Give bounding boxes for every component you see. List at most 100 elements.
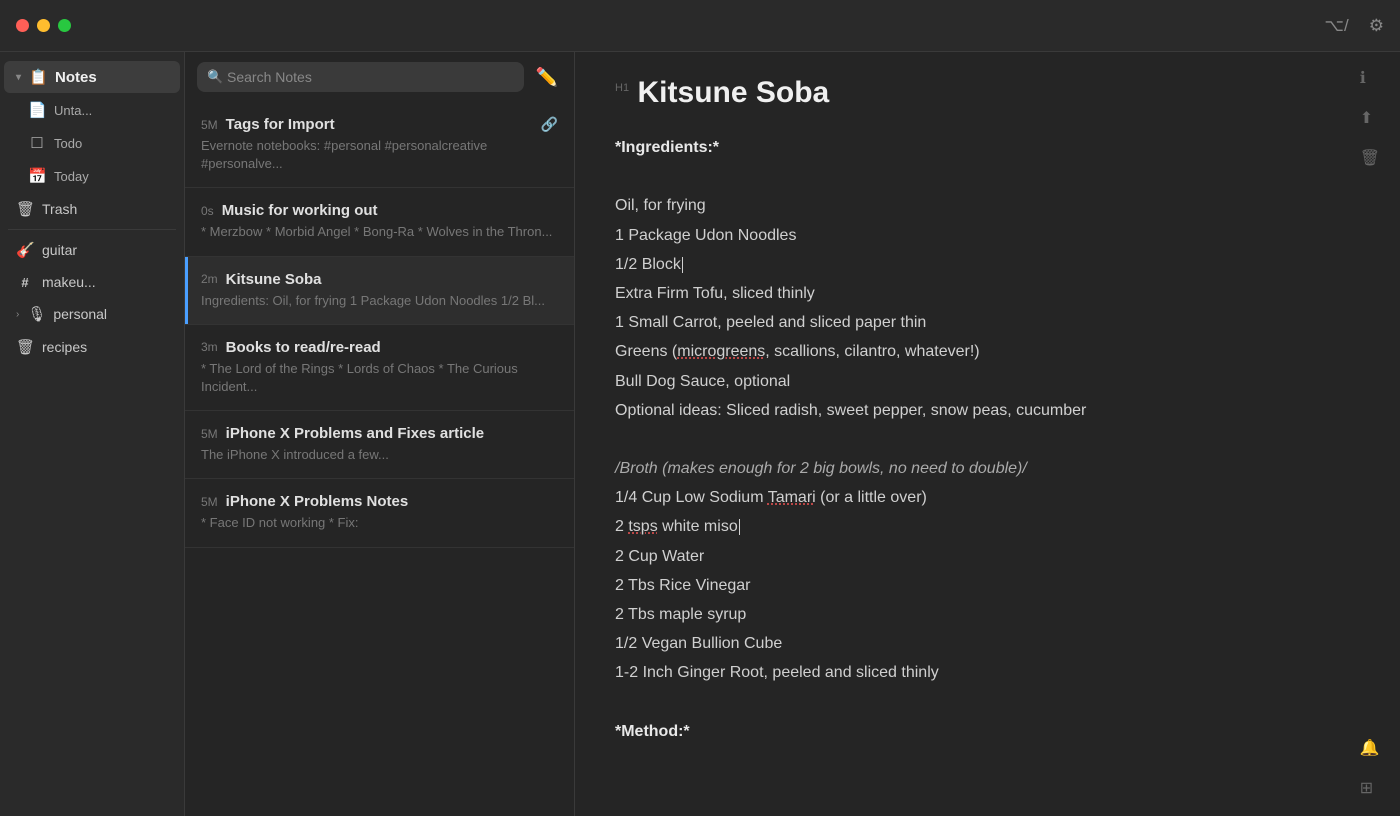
trash-icon: 🗑 bbox=[16, 200, 34, 218]
delete-icon[interactable]: 🗑 bbox=[1360, 148, 1380, 168]
body-spacer bbox=[615, 163, 1360, 190]
line-tofu: Extra Firm Tofu, sliced thinly bbox=[615, 280, 1360, 307]
notes-list-items: 5M Tags for Import 🔗 Evernote notebooks:… bbox=[185, 102, 574, 816]
broth-italic: /Broth (makes enough for 2 big bowls, no… bbox=[615, 460, 1027, 477]
line-block: 1/2 Block bbox=[615, 251, 1360, 278]
line-greens: Greens (microgreens, scallions, cilantro… bbox=[615, 338, 1360, 365]
code-icon[interactable]: ⌥/ bbox=[1324, 16, 1348, 36]
sidebar-item-today[interactable]: 📅 Today bbox=[16, 160, 180, 192]
line-carrot: 1 Small Carrot, peeled and sliced paper … bbox=[615, 309, 1360, 336]
line-oil: Oil, for frying bbox=[615, 192, 1360, 219]
minimize-button[interactable] bbox=[37, 19, 50, 32]
notes-list: 🔍 ✏️ 5M Tags for Import 🔗 Evernote noteb… bbox=[185, 52, 575, 816]
sidebar-label-todo: Todo bbox=[54, 136, 82, 151]
note-time: 2m bbox=[201, 272, 218, 286]
traffic-lights bbox=[16, 19, 71, 32]
hashtag-icon: # bbox=[16, 275, 34, 290]
note-time: 5M bbox=[201, 495, 218, 509]
note-preview: The iPhone X introduced a few... bbox=[201, 446, 558, 464]
notes-list-header: 🔍 ✏️ bbox=[185, 52, 574, 102]
sidebar-divider bbox=[8, 229, 176, 230]
sidebar-item-trash[interactable]: 🗑 Trash bbox=[4, 193, 180, 225]
checkbox-icon: ☐ bbox=[28, 134, 46, 152]
sidebar-label-untitled: Unta... bbox=[54, 103, 92, 118]
note-item-music[interactable]: 0s Music for working out * Merzbow * Mor… bbox=[185, 188, 574, 256]
note-preview: * The Lord of the Rings * Lords of Chaos… bbox=[201, 360, 558, 396]
info-icon[interactable]: ℹ bbox=[1360, 68, 1380, 88]
sidebar-item-todo[interactable]: ☐ Todo bbox=[16, 127, 180, 159]
sidebar-label-personal: personal bbox=[53, 306, 107, 322]
note-preview: Evernote notebooks: #personal #personalc… bbox=[201, 137, 558, 173]
close-button[interactable] bbox=[16, 19, 29, 32]
heading-label: H1 bbox=[615, 76, 629, 94]
line-water: 2 Cup Water bbox=[615, 543, 1360, 570]
note-meta: 3m Books to read/re-read bbox=[201, 339, 558, 356]
sliders-icon[interactable]: ⚙ bbox=[1369, 16, 1384, 36]
note-item-kitsune[interactable]: 2m Kitsune Soba Ingredients: Oil, for fr… bbox=[185, 257, 574, 325]
note-body[interactable]: *Ingredients:* Oil, for frying 1 Package… bbox=[615, 134, 1360, 745]
tamari-text: Tamari bbox=[768, 489, 816, 506]
sidebar-item-guitar[interactable]: 🎸 guitar bbox=[4, 234, 180, 266]
note-title: Books to read/re-read bbox=[226, 339, 558, 356]
table-icon[interactable]: ⊞ bbox=[1360, 778, 1380, 798]
body-spacer2 bbox=[615, 426, 1360, 453]
sidebar-item-personal[interactable]: › 🎙 personal bbox=[4, 298, 180, 330]
maximize-button[interactable] bbox=[58, 19, 71, 32]
microgreens-text: microgreens bbox=[677, 343, 765, 360]
note-preview: * Merzbow * Morbid Angel * Bong-Ra * Wol… bbox=[201, 223, 558, 241]
sidebar-label-guitar: guitar bbox=[42, 242, 77, 258]
chevron-down-icon: ▾ bbox=[16, 72, 21, 83]
line-vinegar: 2 Tbs Rice Vinegar bbox=[615, 572, 1360, 599]
text-cursor2 bbox=[739, 519, 740, 535]
line-tamari: 1/4 Cup Low Sodium Tamari (or a little o… bbox=[615, 484, 1360, 511]
method-header: *Method:* bbox=[615, 718, 1360, 745]
sidebar-label-recipes: recipes bbox=[42, 339, 87, 355]
line-bulldog: Bull Dog Sauce, optional bbox=[615, 368, 1360, 395]
note-meta: 5M iPhone X Problems Notes bbox=[201, 493, 558, 510]
note-preview: * Face ID not working * Fix: bbox=[201, 514, 558, 532]
sidebar-label-makeup: makeu... bbox=[42, 274, 96, 290]
titlebar: ⌥/ ⚙ bbox=[0, 0, 1400, 52]
note-meta: 5M iPhone X Problems and Fixes article bbox=[201, 425, 558, 442]
mic-icon: 🎙 bbox=[27, 305, 45, 323]
note-item-iphonex-notes[interactable]: 5M iPhone X Problems Notes * Face ID not… bbox=[185, 479, 574, 547]
note-item-tags[interactable]: 5M Tags for Import 🔗 Evernote notebooks:… bbox=[185, 102, 574, 188]
search-input[interactable] bbox=[197, 62, 524, 92]
note-meta: 5M Tags for Import 🔗 bbox=[201, 116, 558, 133]
method-bold: *Method:* bbox=[615, 723, 690, 740]
note-title: iPhone X Problems Notes bbox=[226, 493, 558, 510]
note-time: 3m bbox=[201, 340, 218, 354]
tsps-text: tsps bbox=[628, 518, 657, 535]
note-time: 0s bbox=[201, 204, 214, 218]
ingredients-header: *Ingredients:* bbox=[615, 134, 1360, 161]
line-bullion: 1/2 Vegan Bullion Cube bbox=[615, 630, 1360, 657]
note-content-area[interactable]: ℹ ⬆ 🗑 🔔 ⊞ H1 Kitsune Soba *Ingredients:*… bbox=[575, 52, 1400, 816]
note-title: Tags for Import bbox=[226, 116, 533, 133]
text-cursor bbox=[682, 257, 683, 273]
notebook-icon: 📋 bbox=[29, 68, 47, 86]
main-layout: ▾ 📋 Notes 📄 Unta... ☐ Todo 📅 Today 🗑 Tra… bbox=[0, 52, 1400, 816]
line-optional: Optional ideas: Sliced radish, sweet pep… bbox=[615, 397, 1360, 424]
share-icon[interactable]: ⬆ bbox=[1360, 108, 1380, 128]
line-miso: 2 tsps white miso bbox=[615, 513, 1360, 540]
sidebar: ▾ 📋 Notes 📄 Unta... ☐ Todo 📅 Today 🗑 Tra… bbox=[0, 52, 185, 816]
sidebar-item-recipes[interactable]: 🗑 recipes bbox=[4, 331, 180, 363]
note-item-iphonex-fixes[interactable]: 5M iPhone X Problems and Fixes article T… bbox=[185, 411, 574, 479]
ingredients-bold: *Ingredients:* bbox=[615, 139, 719, 156]
titlebar-icons: ⌥/ ⚙ bbox=[1324, 16, 1384, 36]
note-meta: 0s Music for working out bbox=[201, 202, 558, 219]
note-meta: 2m Kitsune Soba bbox=[201, 271, 558, 288]
sidebar-item-notes[interactable]: ▾ 📋 Notes bbox=[4, 61, 180, 93]
compose-button[interactable]: ✏️ bbox=[532, 63, 562, 92]
bell-icon[interactable]: 🔔 bbox=[1360, 738, 1380, 758]
body-spacer3 bbox=[615, 689, 1360, 716]
note-item-books[interactable]: 3m Books to read/re-read * The Lord of t… bbox=[185, 325, 574, 411]
note-time: 5M bbox=[201, 427, 218, 441]
calendar-icon: 📅 bbox=[28, 167, 46, 185]
sidebar-item-makeup[interactable]: # makeu... bbox=[4, 267, 180, 297]
sidebar-item-untitled[interactable]: 📄 Unta... bbox=[16, 94, 180, 126]
note-title: iPhone X Problems and Fixes article bbox=[226, 425, 558, 442]
line-udon: 1 Package Udon Noodles bbox=[615, 222, 1360, 249]
search-wrapper: 🔍 bbox=[197, 62, 524, 92]
note-content-toolbar: ℹ ⬆ 🗑 🔔 ⊞ bbox=[1360, 68, 1380, 798]
